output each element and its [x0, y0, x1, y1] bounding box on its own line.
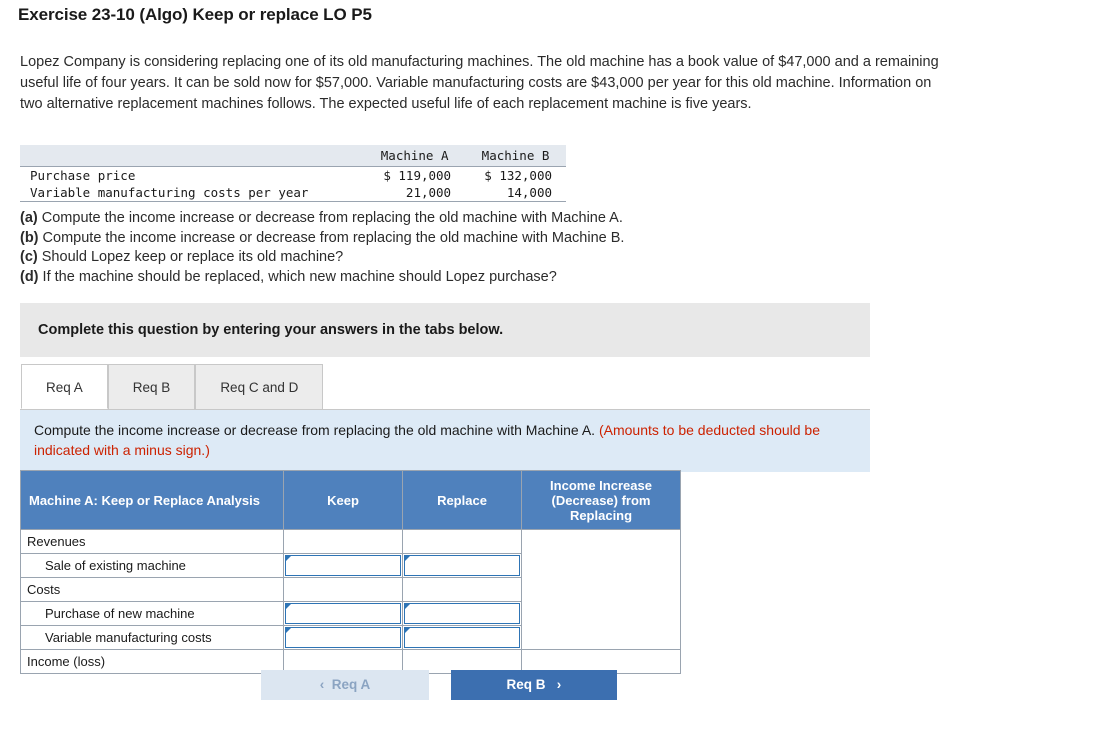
input-box[interactable] — [404, 555, 520, 576]
cell-costs-replace[interactable] — [402, 577, 522, 602]
input-sale-existing-replace[interactable] — [402, 553, 522, 578]
tab-req-c-and-d[interactable]: Req C and D — [195, 364, 324, 409]
table-row: Revenues — [20, 529, 681, 650]
navigation-buttons: ‹ Req A Req B › — [261, 670, 617, 700]
row-label-purchase-price: Purchase price — [30, 168, 136, 183]
input-purchase-new-keep[interactable] — [283, 601, 403, 626]
input-box[interactable] — [285, 603, 401, 624]
question-a: (a) Compute the income increase or decre… — [20, 209, 624, 229]
question-b: (b) Compute the income increase or decre… — [20, 229, 624, 249]
question-c-letter: (c) — [20, 249, 38, 265]
grid-header-analysis: Machine A: Keep or Replace Analysis — [20, 470, 284, 530]
header-machine-a: Machine A — [364, 145, 466, 167]
question-d-text: If the machine should be replaced, which… — [38, 268, 557, 285]
question-a-letter: (a) — [20, 210, 38, 226]
next-req-b-button[interactable]: Req B › — [450, 670, 617, 700]
cell-purchase-price-a: $ 119,000 — [383, 168, 452, 183]
row-label-revenues: Revenues — [20, 529, 284, 554]
grid-header-replace: Replace — [402, 470, 522, 530]
question-a-text: Compute the income increase or decrease … — [37, 210, 623, 226]
input-sale-existing-keep[interactable] — [283, 553, 403, 578]
header-machine-b: Machine B — [465, 145, 566, 167]
question-c-text: Should Lopez keep or replace its old mac… — [37, 249, 344, 265]
requirement-prompt: Compute the income increase or decrease … — [20, 410, 870, 472]
cell-purchase-price-b: $ 132,000 — [484, 168, 552, 183]
input-purchase-new-replace[interactable] — [402, 601, 522, 626]
tab-req-b[interactable]: Req B — [107, 364, 196, 409]
input-box[interactable] — [404, 603, 520, 624]
table-row: Purchase price $ 119,000 $ 132,000 — [20, 167, 566, 185]
cell-variable-costs-a: 21,000 — [364, 184, 466, 202]
row-label-purchase-of-new-machine: Purchase of new machine — [20, 601, 284, 626]
row-label-variable-manufacturing-costs: Variable manufacturing costs — [20, 625, 284, 650]
next-button-label: Req B — [506, 677, 546, 692]
chevron-left-icon: ‹ — [319, 677, 325, 692]
table-header-row: Machine A Machine B — [20, 145, 566, 167]
question-b-letter: (b) — [20, 229, 39, 246]
instruction-bar: Complete this question by entering your … — [20, 303, 870, 357]
page-title: Exercise 23-10 (Algo) Keep or replace LO… — [18, 5, 372, 24]
cell-revenues-keep[interactable] — [283, 529, 403, 554]
input-box[interactable] — [404, 627, 520, 648]
prompt-main-text: Compute the income increase or decrease … — [34, 422, 599, 438]
chevron-right-icon: › — [556, 677, 562, 692]
answer-grid-header-row: Machine A: Keep or Replace Analysis Keep… — [20, 470, 681, 530]
header-blank — [20, 145, 365, 167]
prev-button-label: Req A — [331, 677, 371, 692]
input-box[interactable] — [285, 627, 401, 648]
row-label-costs: Costs — [20, 577, 284, 602]
input-variable-costs-replace[interactable] — [402, 625, 522, 650]
cell-income-increase-merged[interactable] — [521, 529, 681, 650]
question-d-letter: (d) — [20, 268, 39, 285]
prev-req-a-button[interactable]: ‹ Req A — [261, 670, 429, 700]
question-list: (a) Compute the income increase or decre… — [20, 209, 624, 287]
grid-header-income-increase: Income Increase (Decrease) from Replacin… — [521, 470, 681, 530]
cell-costs-keep[interactable] — [283, 577, 403, 602]
cell-variable-costs-b: 14,000 — [465, 184, 566, 202]
grid-header-keep: Keep — [283, 470, 403, 530]
table-row: Variable manufacturing costs per year 21… — [20, 184, 566, 202]
cell-revenues-replace[interactable] — [402, 529, 522, 554]
answer-grid: Machine A: Keep or Replace Analysis Keep… — [20, 470, 681, 674]
input-box[interactable] — [285, 555, 401, 576]
tab-req-a[interactable]: Req A — [21, 364, 108, 409]
question-b-text: Compute the income increase or decrease … — [38, 229, 625, 246]
instruction-text: Complete this question by entering your … — [38, 322, 504, 338]
question-d: (d) If the machine should be replaced, w… — [20, 268, 624, 288]
row-label-income-loss: Income (loss) — [20, 649, 284, 674]
intro-paragraph: Lopez Company is considering replacing o… — [20, 54, 939, 112]
row-label-variable-costs: Variable manufacturing costs per year — [20, 184, 365, 202]
tab-bar: Req A Req B Req C and D — [21, 364, 324, 409]
question-c: (c) Should Lopez keep or replace its old… — [20, 248, 624, 268]
row-label-sale-of-existing-machine: Sale of existing machine — [20, 553, 284, 578]
exercise-page: Exercise 23-10 (Algo) Keep or replace LO… — [0, 0, 1099, 750]
input-variable-costs-keep[interactable] — [283, 625, 403, 650]
machine-comparison-table: Machine A Machine B Purchase price $ 119… — [20, 145, 566, 202]
